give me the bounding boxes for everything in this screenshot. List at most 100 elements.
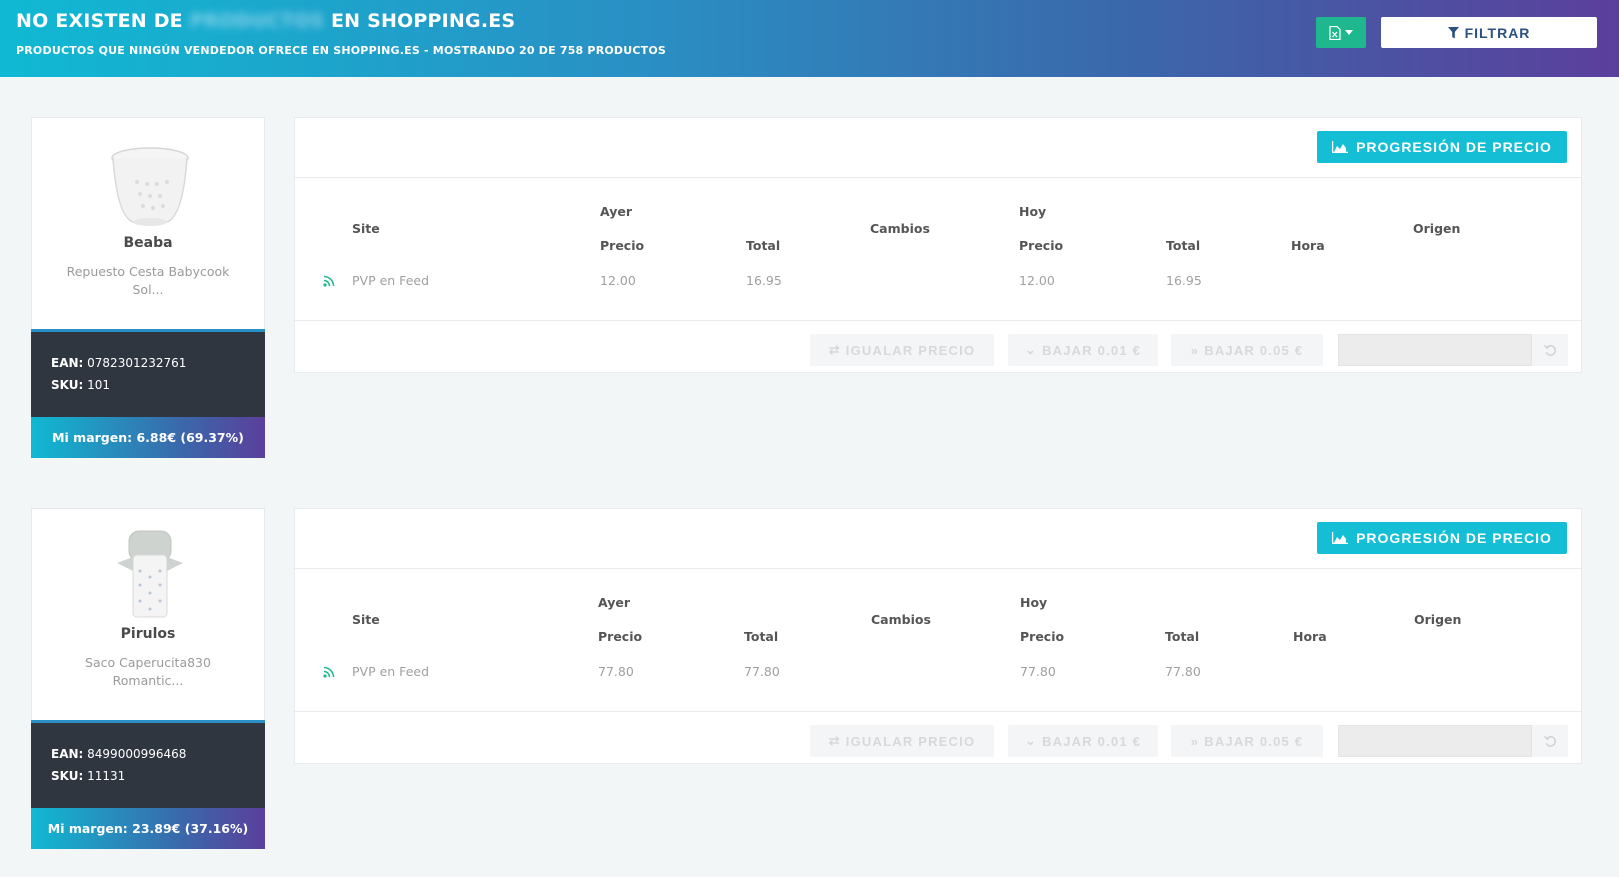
match-price-label: IGUALAR PRECIO bbox=[845, 342, 976, 358]
col-hoy: Hoy bbox=[1019, 204, 1047, 219]
custom-price-input[interactable] bbox=[1338, 725, 1532, 757]
row-hoy-total: 77.80 bbox=[1165, 664, 1201, 679]
product-codes: EAN: 0782301232761 SKU: 101 bbox=[31, 329, 265, 417]
col-cambios: Cambios bbox=[870, 221, 930, 236]
reset-price-button[interactable] bbox=[1532, 334, 1568, 366]
row-ayer-precio: 77.80 bbox=[598, 664, 634, 679]
lower-005-button[interactable]: » BAJAR 0.05 € bbox=[1171, 334, 1323, 366]
col-origen: Origen bbox=[1414, 612, 1462, 627]
margin-badge: Mi margen: 23.89€ (37.16%) bbox=[31, 808, 265, 849]
lower-001-button[interactable]: ⌄ BAJAR 0.01 € bbox=[1008, 334, 1158, 366]
row-site: PVP en Feed bbox=[352, 664, 430, 679]
reset-price-button[interactable] bbox=[1532, 725, 1568, 757]
product-block: Beaba Repuesto Cesta Babycook Sol... EAN… bbox=[0, 117, 1619, 458]
col-hoy: Hoy bbox=[1020, 595, 1048, 610]
ean-row: EAN: 0782301232761 bbox=[51, 356, 186, 370]
sku-value: 101 bbox=[87, 378, 111, 392]
col-ayer: Ayer bbox=[600, 204, 633, 219]
filter-button-label: FILTRAR bbox=[1464, 24, 1531, 41]
price-progression-button[interactable]: PROGRESIÓN DE PRECIO bbox=[1317, 522, 1567, 554]
match-price-button[interactable]: ⇄ IGUALAR PRECIO bbox=[810, 725, 994, 757]
double-chevron-down-icon: » bbox=[1190, 733, 1200, 749]
rss-feed-icon bbox=[323, 275, 335, 287]
lower-005-label: BAJAR 0.05 € bbox=[1204, 342, 1304, 358]
row-hoy-precio: 12.00 bbox=[1019, 273, 1055, 288]
margin-badge: Mi margen: 6.88€ (69.37%) bbox=[31, 417, 265, 458]
sku-value: 11131 bbox=[87, 769, 126, 783]
page-header: NO EXISTEN DE PRODUCTOS EN SHOPPING.ES P… bbox=[0, 0, 1619, 77]
filter-icon bbox=[1447, 26, 1459, 38]
product-block: Pirulos Saco Caperucita830 Romantic... E… bbox=[0, 508, 1619, 849]
exchange-icon: ⇄ bbox=[828, 733, 841, 748]
col-ayer: Ayer bbox=[598, 595, 631, 610]
product-name-line-2: Romantic... bbox=[112, 673, 184, 688]
match-price-label: IGUALAR PRECIO bbox=[845, 733, 976, 749]
area-chart-icon bbox=[1332, 141, 1349, 153]
divider bbox=[295, 320, 1581, 321]
col-hoy-total: Total bbox=[1166, 238, 1201, 253]
product-card: Beaba Repuesto Cesta Babycook Sol... EAN… bbox=[31, 117, 265, 458]
export-excel-button[interactable] bbox=[1316, 17, 1366, 48]
row-site: PVP en Feed bbox=[352, 273, 430, 288]
file-excel-icon bbox=[1329, 25, 1341, 40]
row-hoy-total: 16.95 bbox=[1166, 273, 1202, 288]
ean-value: 8499000996468 bbox=[87, 747, 187, 761]
lower-005-label: BAJAR 0.05 € bbox=[1204, 733, 1304, 749]
row-ayer-total: 16.95 bbox=[746, 273, 782, 288]
price-progression-button[interactable]: PROGRESIÓN DE PRECIO bbox=[1317, 131, 1567, 163]
col-hoy-precio: Precio bbox=[1019, 238, 1064, 253]
col-site: Site bbox=[352, 612, 380, 627]
col-hoy-precio: Precio bbox=[1020, 629, 1065, 644]
product-name-line-1: Saco Caperucita830 bbox=[85, 655, 211, 670]
sku-label: SKU: bbox=[51, 378, 84, 392]
page-subtitle: PRODUCTOS QUE NINGÚN VENDEDOR OFRECE EN … bbox=[16, 44, 667, 57]
rss-feed-icon bbox=[323, 666, 335, 678]
col-ayer-total: Total bbox=[746, 238, 781, 253]
area-chart-icon bbox=[1332, 532, 1349, 544]
col-origen: Origen bbox=[1413, 221, 1461, 236]
product-name: Repuesto Cesta Babycook Sol... bbox=[52, 263, 244, 299]
product-codes: EAN: 8499000996468 SKU: 11131 bbox=[31, 720, 265, 808]
product-name-line-1: Repuesto Cesta Babycook bbox=[66, 264, 230, 279]
row-hoy-precio: 77.80 bbox=[1020, 664, 1056, 679]
col-ayer-total: Total bbox=[744, 629, 779, 644]
page-title: NO EXISTEN DE PRODUCTOS EN SHOPPING.ES bbox=[16, 10, 515, 32]
product-name-line-2: Sol... bbox=[132, 282, 164, 297]
lower-001-label: BAJAR 0.01 € bbox=[1042, 733, 1142, 749]
col-ayer-precio: Precio bbox=[598, 629, 643, 644]
row-ayer-total: 77.80 bbox=[744, 664, 780, 679]
custom-price-input[interactable] bbox=[1338, 334, 1532, 366]
row-ayer-precio: 12.00 bbox=[600, 273, 636, 288]
lower-005-button[interactable]: » BAJAR 0.05 € bbox=[1171, 725, 1323, 757]
divider bbox=[295, 711, 1581, 712]
product-card: Pirulos Saco Caperucita830 Romantic... E… bbox=[31, 508, 265, 849]
exchange-icon: ⇄ bbox=[828, 342, 841, 357]
price-progression-label: PROGRESIÓN DE PRECIO bbox=[1356, 530, 1552, 546]
double-chevron-down-icon: » bbox=[1190, 342, 1200, 358]
filter-button[interactable]: FILTRAR bbox=[1381, 17, 1597, 48]
product-name: Saco Caperucita830 Romantic... bbox=[52, 654, 244, 690]
page-title-prefix: NO EXISTEN DE bbox=[16, 10, 183, 32]
caret-down-icon bbox=[1345, 29, 1353, 35]
price-progression-label: PROGRESIÓN DE PRECIO bbox=[1356, 139, 1552, 155]
product-brand: Beaba bbox=[123, 235, 173, 251]
lower-001-button[interactable]: ⌄ BAJAR 0.01 € bbox=[1008, 725, 1158, 757]
match-price-button[interactable]: ⇄ IGUALAR PRECIO bbox=[810, 334, 994, 366]
product-brand: Pirulos bbox=[120, 626, 176, 642]
product-image bbox=[117, 530, 183, 618]
col-hoy-total: Total bbox=[1165, 629, 1200, 644]
page-title-blurred: PRODUCTOS bbox=[189, 10, 325, 32]
sku-row: SKU: 11131 bbox=[51, 769, 125, 783]
divider bbox=[295, 568, 1581, 569]
sku-label: SKU: bbox=[51, 769, 84, 783]
lower-001-label: BAJAR 0.01 € bbox=[1042, 342, 1142, 358]
chevron-down-icon: ⌄ bbox=[1024, 733, 1038, 748]
sku-row: SKU: 101 bbox=[51, 378, 110, 392]
undo-icon bbox=[1543, 735, 1556, 747]
page-title-suffix: EN SHOPPING.ES bbox=[330, 10, 516, 32]
col-hora: Hora bbox=[1291, 238, 1325, 253]
chevron-down-icon: ⌄ bbox=[1024, 342, 1038, 357]
ean-label: EAN: bbox=[51, 747, 84, 761]
col-site: Site bbox=[352, 221, 380, 236]
price-panel: PROGRESIÓN DE PRECIO Site Ayer Precio To… bbox=[294, 117, 1582, 373]
